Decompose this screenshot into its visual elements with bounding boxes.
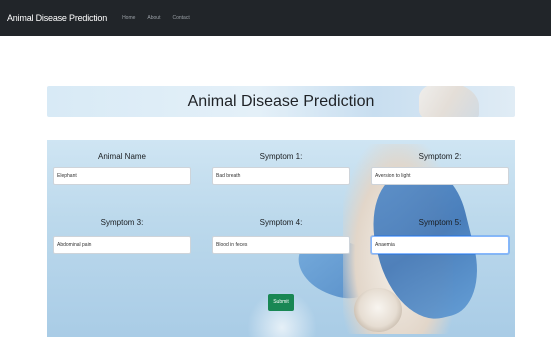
symptom-1-label: Symptom 1: [259, 152, 303, 161]
symptom-4-input[interactable]: Blood in feces [212, 236, 350, 254]
symptom-1-input[interactable]: Bad breath [212, 167, 350, 185]
background-kitten-image [354, 288, 402, 332]
navbar: Animal Disease Prediction Home About Con… [0, 0, 551, 36]
animal-name-input[interactable]: Elephant [53, 167, 191, 185]
nav-link-contact[interactable]: Contact [172, 15, 189, 21]
symptom-3-label: Symptom 3: [100, 218, 144, 227]
animal-name-label: Animal Name [97, 152, 146, 161]
navbar-brand[interactable]: Animal Disease Prediction [7, 13, 107, 23]
prediction-form: Animal Name Elephant Symptom 1: Bad brea… [47, 140, 515, 337]
symptom-2-label: Symptom 2: [418, 152, 462, 161]
nav-link-home[interactable]: Home [122, 15, 135, 21]
symptom-4-label: Symptom 4: [259, 218, 303, 227]
symptom-5-input[interactable]: Anaemia [371, 236, 509, 254]
nav-link-about[interactable]: About [147, 15, 160, 21]
title-banner: Animal Disease Prediction [47, 86, 515, 117]
symptom-5-label: Symptom 5: [418, 218, 462, 227]
symptom-2-input[interactable]: Aversion to light [371, 167, 509, 185]
page-title: Animal Disease Prediction [187, 93, 375, 110]
symptom-3-input[interactable]: Abdominal pain [53, 236, 191, 254]
submit-button[interactable]: Submit [268, 294, 294, 311]
